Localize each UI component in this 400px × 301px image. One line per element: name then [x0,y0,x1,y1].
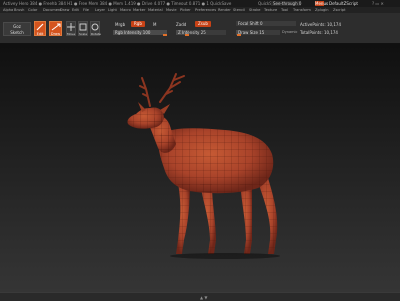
edit-button[interactable]: Edit [34,21,46,36]
draw-size-slider[interactable]: Draw Size 15 [236,30,280,36]
shelf-toggle-icon[interactable]: ▲ ▼ [200,295,207,300]
window-title: Activey Hero 384 ● Freehb 384 H1 ● Free … [3,1,232,6]
zadd-toggle[interactable]: Zadd [176,22,186,27]
scale-button[interactable]: Scale [78,21,88,36]
move-button[interactable]: Move [66,21,76,36]
draw-size-label: Draw Size 15 [238,30,265,35]
m-toggle[interactable]: M [153,22,156,27]
goz-sketch-button[interactable]: Goz Sketch [3,22,31,36]
z-intensity-label: Z Intensity 25 [178,30,206,35]
total-points-readout: TotalPoints: 10,174 [300,30,338,35]
title-bar: Activey Hero 384 ● Freehb 384 H1 ● Free … [0,0,400,7]
active-points-readout: ActivePoints: 10,174 [300,22,342,27]
rotate-button[interactable]: Rotate [90,21,101,36]
top-shelf: Goz Sketch Edit Draw Move Scale Rotate M… [0,13,400,44]
canvas-viewport[interactable] [0,44,400,292]
menus-button[interactable]: Menus [315,1,328,6]
draw-icon [51,23,60,31]
rgb-intensity-slider[interactable]: Rgb Intensity 100 [113,30,167,36]
draw-button[interactable]: Draw [49,21,62,36]
rotate-icon [91,23,99,31]
mrgb-toggle[interactable]: Mrgb [115,22,125,27]
edit-icon [36,23,44,31]
deer-mesh [127,73,280,259]
zsub-toggle[interactable]: Zsub [195,21,211,27]
focal-shift-slider[interactable]: Focal Shift 0 [236,21,296,26]
rgb-intensity-label: Rgb Intensity 100 [115,30,151,35]
default-zscript-button[interactable]: DefaultZScript [329,0,358,7]
rgb-toggle[interactable]: Rgb [131,21,145,27]
scale-icon [79,23,87,31]
window-controls[interactable]: ? ▭ ✕ [372,0,384,7]
focal-shift-label: Focal Shift 0 [238,21,263,26]
move-icon [67,23,75,31]
z-intensity-slider[interactable]: Z Intensity 25 [176,30,226,36]
deer-model[interactable] [0,44,400,292]
dynamic-toggle[interactable]: Dynamic [282,30,297,34]
see-through-slider[interactable]: See-through 0 [271,1,301,6]
